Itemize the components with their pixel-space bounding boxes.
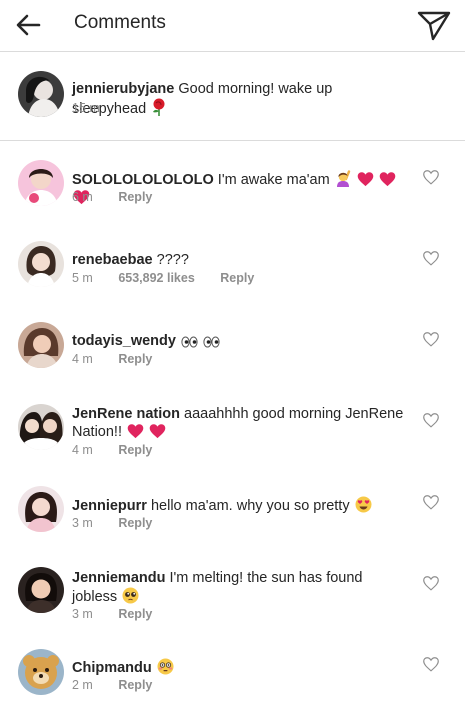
like-heart-icon[interactable] bbox=[422, 656, 440, 672]
red-heart-icon bbox=[149, 423, 166, 439]
comment-time: 3 m bbox=[72, 607, 93, 621]
red-heart-icon bbox=[127, 423, 144, 439]
red-heart-icon bbox=[357, 171, 374, 187]
comment-text: ???? bbox=[156, 252, 189, 268]
comment-item: renebaebae ???? 5 m 653,892 likes Reply bbox=[0, 231, 465, 311]
red-heart-icon bbox=[379, 171, 396, 187]
avatar[interactable] bbox=[18, 486, 64, 532]
avatar[interactable] bbox=[18, 71, 64, 117]
avatar[interactable] bbox=[18, 567, 64, 613]
comment-username[interactable]: todayis_wendy bbox=[72, 333, 176, 349]
comment-item: todayis_wendy 4 m Reply bbox=[0, 312, 465, 392]
comment-text: I'm awake ma'am bbox=[217, 172, 330, 188]
avatar[interactable] bbox=[18, 322, 64, 368]
rose-icon bbox=[153, 98, 165, 116]
comment-time: 5 m bbox=[72, 271, 93, 285]
comment-username[interactable]: Chipmandu bbox=[72, 660, 152, 676]
reply-button[interactable]: Reply bbox=[118, 678, 152, 692]
caption-username[interactable]: jennierubyjane bbox=[72, 81, 174, 97]
like-heart-icon[interactable] bbox=[422, 575, 440, 591]
comment-username[interactable]: Jenniepurr bbox=[72, 498, 147, 514]
likes-count[interactable]: 653,892 likes bbox=[118, 271, 194, 285]
comment-time: 2 m bbox=[72, 678, 93, 692]
arrow-left-icon bbox=[16, 14, 41, 36]
comment-username[interactable]: JenRene nation bbox=[72, 406, 180, 422]
comment-item: Jenniepurr hello ma'am. why you so prett… bbox=[0, 482, 465, 562]
like-heart-icon[interactable] bbox=[422, 331, 440, 347]
eyes-icon bbox=[203, 336, 220, 348]
page-title: Comments bbox=[74, 12, 166, 33]
comment-item: SOLOLOLOLOLOLO I'm awake ma'am 6 m Reply bbox=[0, 150, 465, 230]
like-heart-icon[interactable] bbox=[422, 494, 440, 510]
comment-username[interactable]: Jenniemandu bbox=[72, 570, 165, 586]
comment-time: 3 m bbox=[72, 516, 93, 530]
comment-time: 6 m bbox=[72, 190, 93, 204]
pleading-face-icon bbox=[122, 587, 139, 604]
caption-time: 15 m bbox=[72, 101, 100, 115]
comment-time: 4 m bbox=[72, 443, 93, 457]
comment-time: 4 m bbox=[72, 352, 93, 366]
avatar[interactable] bbox=[18, 241, 64, 287]
like-heart-icon[interactable] bbox=[422, 412, 440, 428]
post-caption: jennierubyjane Good morning! wake up sle… bbox=[0, 53, 465, 141]
paper-plane-icon bbox=[417, 11, 451, 41]
share-button[interactable] bbox=[417, 9, 451, 41]
comment-text: hello ma'am. why you so pretty bbox=[150, 498, 350, 514]
reply-button[interactable]: Reply bbox=[118, 607, 152, 621]
flushed-face-icon bbox=[157, 658, 174, 675]
reply-button[interactable]: Reply bbox=[220, 271, 254, 285]
avatar[interactable] bbox=[18, 649, 64, 695]
comment-username[interactable]: renebaebae bbox=[72, 252, 153, 268]
comment-item: JenRene nation aaaahhhh good morning Jen… bbox=[0, 393, 465, 481]
top-bar: Comments bbox=[0, 0, 465, 52]
like-heart-icon[interactable] bbox=[422, 250, 440, 266]
reply-button[interactable]: Reply bbox=[118, 190, 152, 204]
like-heart-icon[interactable] bbox=[422, 169, 440, 185]
back-button[interactable] bbox=[14, 10, 44, 40]
comment-item: Chipmandu 2 m Reply bbox=[0, 644, 465, 720]
comment-item: Jenniemandu I'm melting! the sun has fou… bbox=[0, 563, 465, 643]
heart-eyes-icon bbox=[355, 496, 372, 513]
eyes-icon bbox=[181, 336, 198, 348]
avatar[interactable] bbox=[18, 160, 64, 206]
comment-username[interactable]: SOLOLOLOLOLOLO bbox=[72, 172, 214, 188]
raising-hand-woman-icon bbox=[336, 170, 350, 187]
reply-button[interactable]: Reply bbox=[118, 443, 152, 457]
reply-button[interactable]: Reply bbox=[118, 352, 152, 366]
reply-button[interactable]: Reply bbox=[118, 516, 152, 530]
avatar[interactable] bbox=[18, 404, 64, 450]
